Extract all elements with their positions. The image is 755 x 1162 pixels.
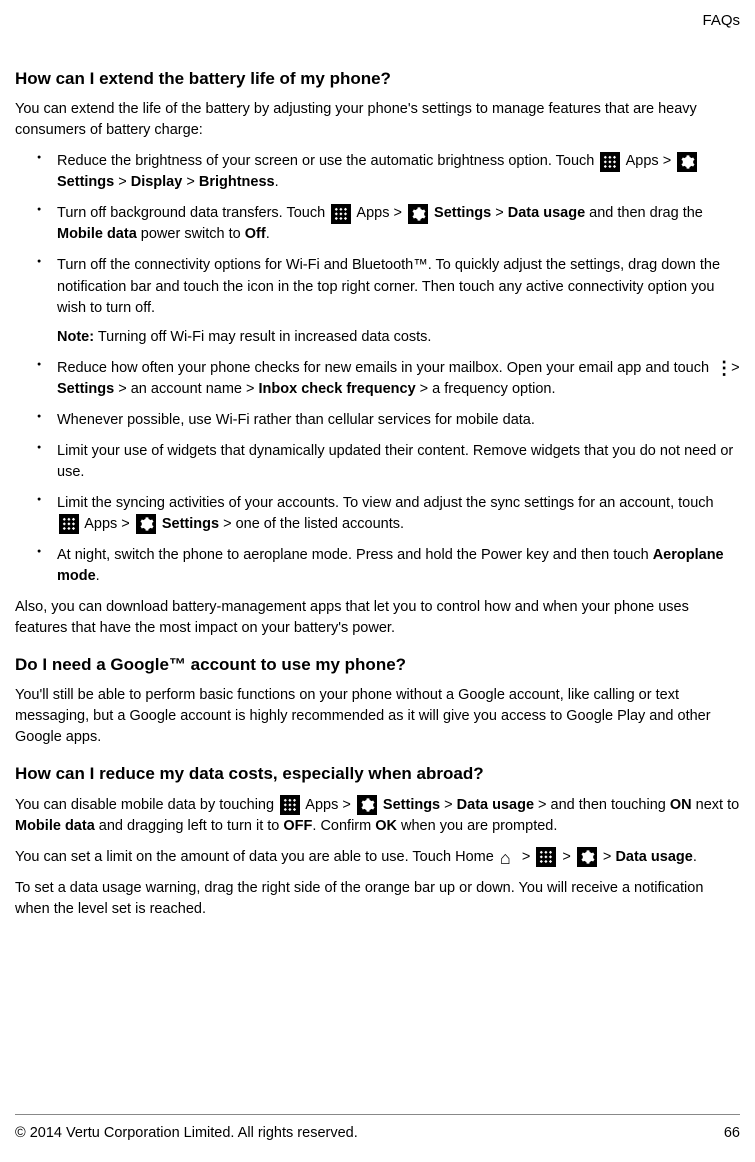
list-item: Reduce the brightness of your screen or …: [57, 151, 740, 193]
heading-data-costs: How can I reduce my data costs, especial…: [15, 762, 740, 787]
page-footer: © 2014 Vertu Corporation Limited. All ri…: [15, 1114, 740, 1144]
outro-battery: Also, you can download battery-managemen…: [15, 597, 740, 639]
settings-icon: [577, 847, 597, 867]
settings-icon: [357, 795, 377, 815]
list-item: Reduce how often your phone checks for n…: [57, 358, 740, 400]
home-icon: [500, 847, 516, 867]
apps-icon: [280, 795, 300, 815]
page-number: 66: [724, 1123, 740, 1144]
settings-icon: [408, 204, 428, 224]
copyright: © 2014 Vertu Corporation Limited. All ri…: [15, 1123, 358, 1144]
list-item: Limit your use of widgets that dynamical…: [57, 441, 740, 483]
heading-google: Do I need a Google™ account to use my ph…: [15, 653, 740, 678]
heading-battery: How can I extend the battery life of my …: [15, 67, 740, 92]
apps-icon: [331, 204, 351, 224]
list-item: Whenever possible, use Wi-Fi rather than…: [57, 410, 740, 431]
page-header: FAQs: [15, 10, 740, 32]
overflow-menu-icon: [715, 358, 725, 378]
intro-battery: You can extend the life of the battery b…: [15, 99, 740, 141]
list-item: Turn off the connectivity options for Wi…: [57, 255, 740, 347]
apps-icon: [59, 514, 79, 534]
apps-icon: [536, 847, 556, 867]
apps-icon: [600, 152, 620, 172]
p-data-warning: To set a data usage warning, drag the ri…: [15, 878, 740, 920]
list-item: At night, switch the phone to aeroplane …: [57, 545, 740, 587]
p-data-disable: You can disable mobile data by touching …: [15, 795, 740, 837]
body-google: You'll still be able to perform basic fu…: [15, 685, 740, 748]
note: Note: Turning off Wi-Fi may result in in…: [57, 327, 740, 348]
settings-icon: [136, 514, 156, 534]
list-item: Turn off background data transfers. Touc…: [57, 203, 740, 245]
settings-icon: [677, 152, 697, 172]
list-item: Limit the syncing activities of your acc…: [57, 493, 740, 535]
p-data-limit: You can set a limit on the amount of dat…: [15, 847, 740, 868]
battery-tips-list: Reduce the brightness of your screen or …: [15, 151, 740, 586]
